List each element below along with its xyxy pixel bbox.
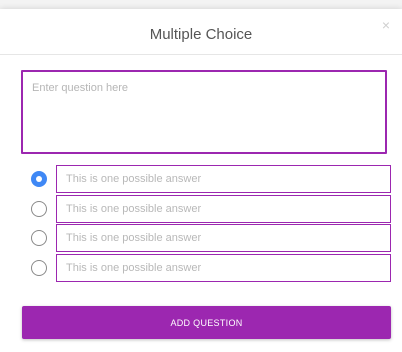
answer-row <box>0 165 402 193</box>
close-icon[interactable]: × <box>382 18 390 32</box>
answer-radio-1[interactable] <box>31 171 47 187</box>
answer-radio-2[interactable] <box>31 201 47 217</box>
add-question-button[interactable]: ADD QUESTION <box>22 306 391 339</box>
answer-row <box>0 224 402 252</box>
answer-row <box>0 254 402 282</box>
header-divider <box>0 54 402 55</box>
answer-input-2[interactable] <box>56 195 391 223</box>
dialog-title: Multiple Choice <box>149 26 253 43</box>
answer-radio-4[interactable] <box>31 260 47 276</box>
answer-row <box>0 195 402 223</box>
answer-input-4[interactable] <box>56 254 391 282</box>
answer-input-1[interactable] <box>56 165 391 193</box>
answer-radio-3[interactable] <box>31 230 47 246</box>
question-input[interactable] <box>21 70 387 154</box>
multiple-choice-dialog: Multiple Choice × ADD QUESTION <box>0 9 402 352</box>
answer-input-3[interactable] <box>56 224 391 252</box>
